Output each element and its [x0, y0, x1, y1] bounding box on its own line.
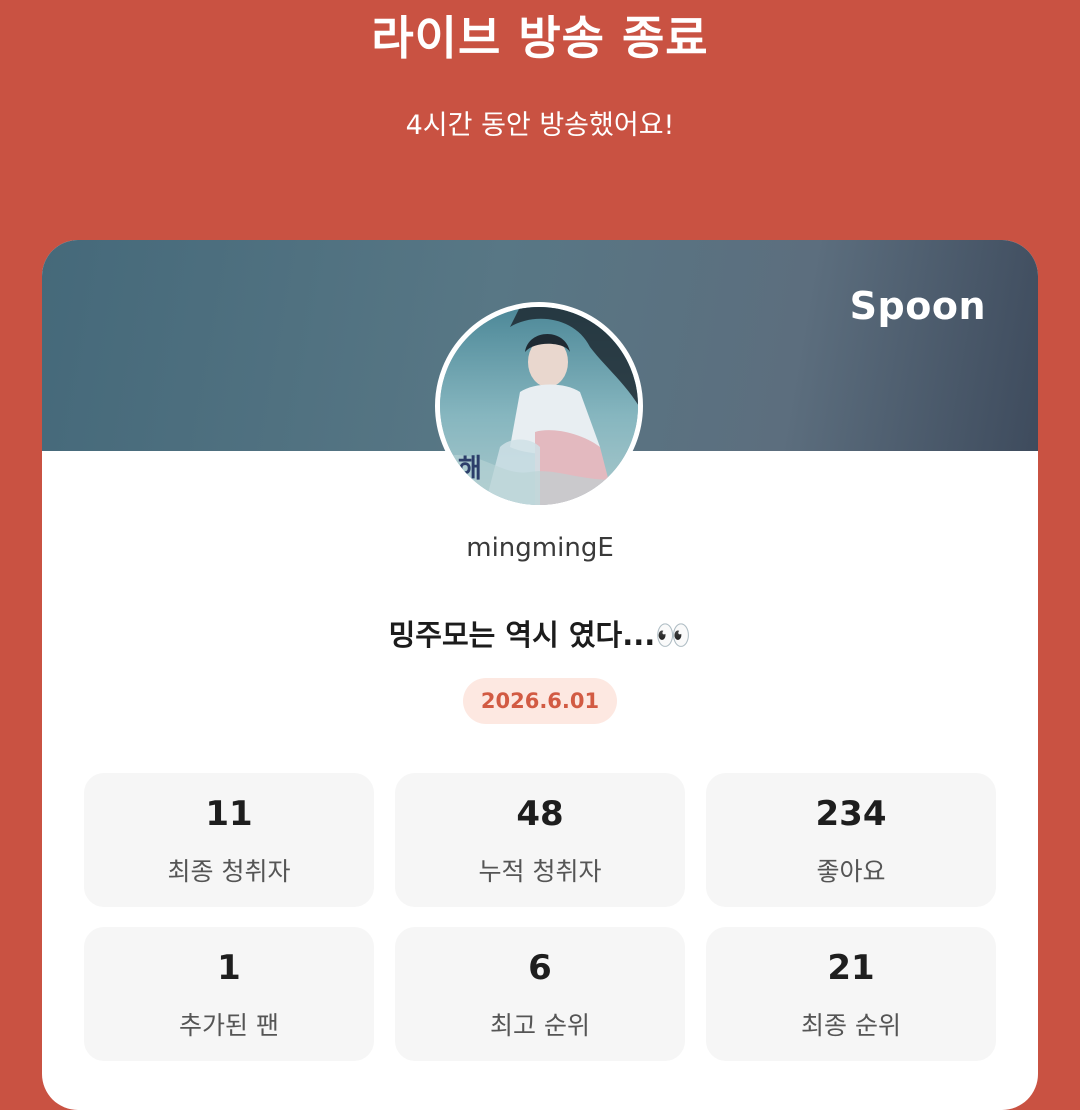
spoon-logo: Spoon	[849, 284, 986, 328]
stat-new-fans: 1 추가된 팬	[84, 927, 374, 1061]
stat-label: 누적 청취자	[478, 857, 602, 886]
stat-label: 최종 청취자	[167, 857, 291, 886]
stat-value: 1	[217, 948, 241, 988]
avatar[interactable]: 해	[435, 302, 643, 510]
avatar-caption: 해	[458, 454, 482, 484]
stat-value: 6	[528, 948, 552, 988]
avatar-image: 해	[440, 307, 638, 505]
page-title: 라이브 방송 종료	[371, 11, 709, 65]
stat-value: 48	[516, 794, 564, 834]
stat-final-rank: 21 최종 순위	[706, 927, 996, 1061]
broadcast-title: 밍주모는 역시 였다...👀	[388, 618, 692, 652]
stat-likes: 234 좋아요	[706, 773, 996, 907]
stat-value: 21	[827, 948, 875, 988]
broadcast-summary-card: Spoon 해 mingmingE 밍주모는 역시 였다...👀 2026.6.	[42, 240, 1038, 1110]
stat-label: 최고 순위	[490, 1011, 590, 1040]
stat-value: 11	[205, 794, 253, 834]
stat-highest-rank: 6 최고 순위	[395, 927, 685, 1061]
stat-label: 좋아요	[816, 857, 886, 886]
stat-total-listeners: 48 누적 청취자	[395, 773, 685, 907]
stat-label: 최종 순위	[801, 1011, 901, 1040]
broadcast-duration: 4시간 동안 방송했어요!	[405, 110, 675, 141]
username: mingmingE	[466, 533, 614, 563]
date-badge: 2026.6.01	[462, 678, 618, 724]
stat-value: 234	[815, 794, 887, 834]
stat-label: 추가된 팬	[179, 1011, 279, 1040]
stat-final-listeners: 11 최종 청취자	[84, 773, 374, 907]
